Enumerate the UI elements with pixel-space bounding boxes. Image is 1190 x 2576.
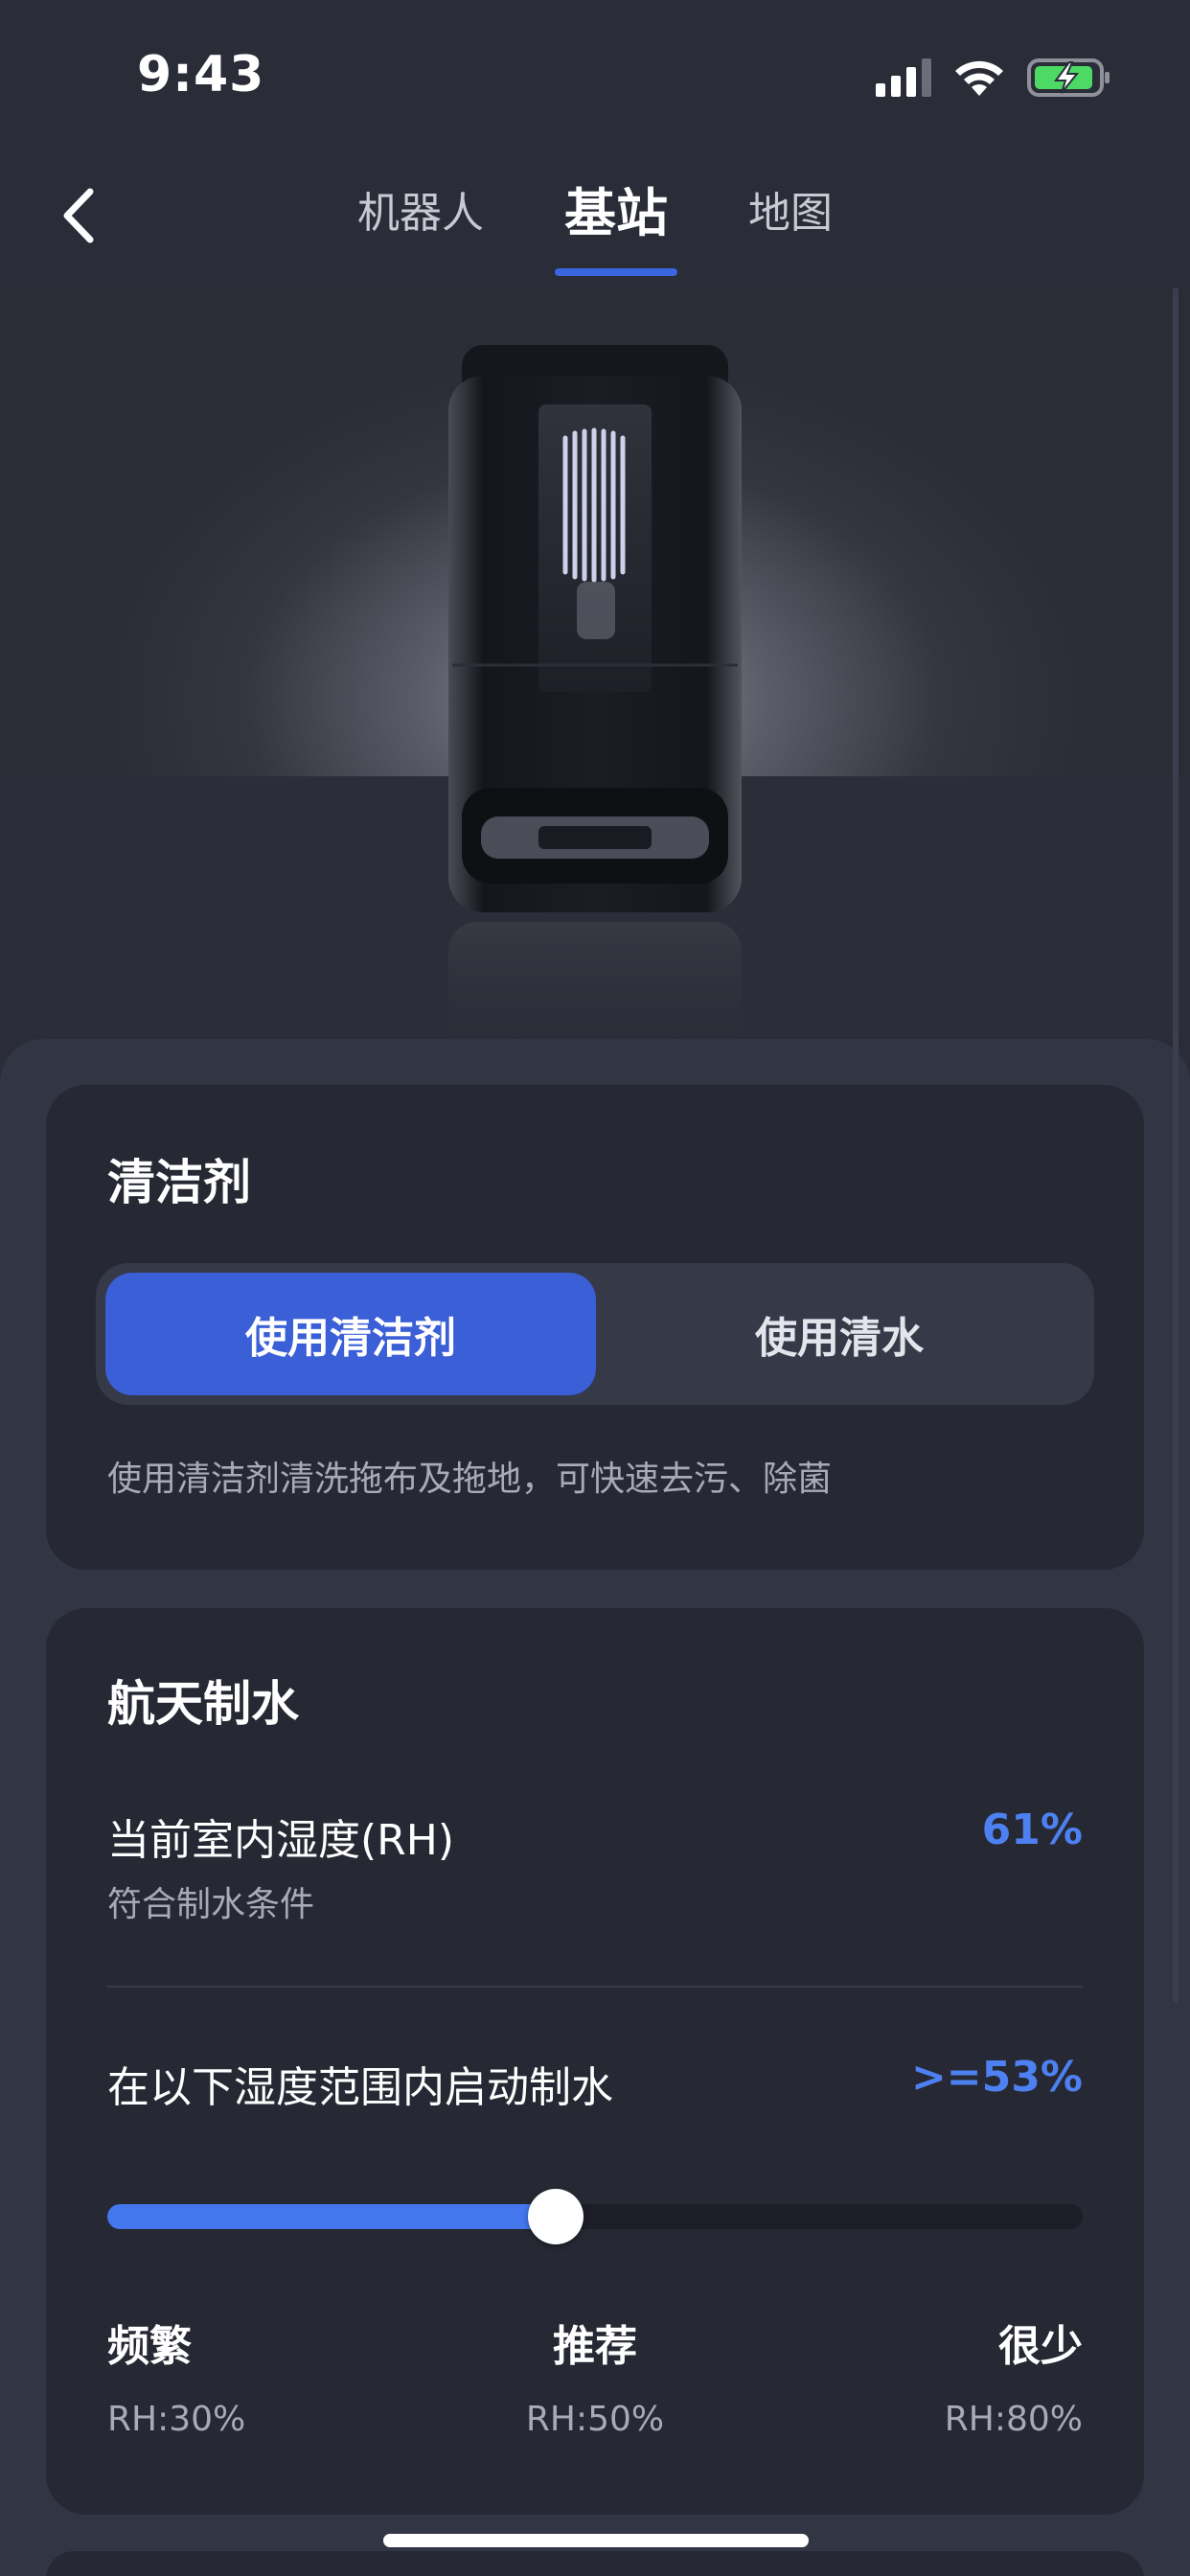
use-detergent-button[interactable]: 使用清洁剂: [105, 1273, 596, 1395]
tab-bar: 机器人 基站 地图: [0, 180, 1190, 276]
level-recommended: 推荐 RH:50%: [451, 2312, 739, 2439]
top-navigation: 机器人 基站 地图: [0, 163, 1190, 288]
active-tab-indicator: [555, 268, 677, 276]
level-recommended-rh: RH:50%: [525, 2400, 665, 2439]
base-station-hero: [0, 288, 1190, 1035]
tab-base-station[interactable]: 基站: [524, 180, 708, 276]
cleaner-title: 清洁剂: [107, 1155, 251, 1210]
cleaner-card: 清洁剂 使用清洁剂 使用清水 使用清洁剂清洗拖布及拖地，可快速去污、除菌: [46, 1085, 1144, 1570]
cellular-signal-icon: [876, 58, 931, 97]
home-indicator: [383, 2534, 809, 2547]
level-frequent: 频繁 RH:30%: [107, 2312, 395, 2439]
slider-thumb[interactable]: [528, 2189, 584, 2244]
threshold-value: >=53%: [910, 2053, 1083, 2102]
level-recommended-name: 推荐: [553, 2322, 637, 2371]
humidity-value: 61%: [981, 1806, 1083, 1854]
slider-fill: [107, 2204, 557, 2229]
cleaner-description: 使用清洁剂清洗拖布及拖地，可快速去污、除菌: [107, 1460, 833, 1499]
tab-base-station-label: 基站: [564, 183, 668, 243]
water-making-card: 航天制水 当前室内湿度(RH) 61% 符合制水条件 在以下湿度范围内启动制水 …: [46, 1608, 1144, 2515]
status-bar: 9:43: [0, 0, 1190, 153]
level-rare-rh: RH:80%: [944, 2400, 1083, 2439]
water-title: 航天制水: [107, 1676, 299, 1732]
base-station-image: [448, 345, 742, 1035]
tab-robot[interactable]: 机器人: [317, 180, 524, 247]
wifi-icon: [955, 60, 1003, 96]
scrollbar[interactable]: [1173, 288, 1179, 2003]
battery-charging-icon: [1027, 58, 1110, 97]
level-frequent-rh: RH:30%: [107, 2400, 246, 2439]
divider: [107, 1986, 1083, 1988]
next-card: [46, 2551, 1144, 2576]
tab-map[interactable]: 地图: [708, 180, 873, 247]
humidity-slider[interactable]: [107, 2189, 1083, 2244]
humidity-label: 当前室内湿度(RH): [107, 1816, 454, 1865]
level-rare-name: 很少: [998, 2322, 1083, 2371]
threshold-label: 在以下湿度范围内启动制水: [107, 2063, 613, 2112]
level-frequent-name: 频繁: [107, 2322, 192, 2371]
level-rare: 很少 RH:80%: [795, 2312, 1083, 2439]
humidity-status: 符合制水条件: [107, 1885, 315, 1924]
status-icons: [876, 58, 1111, 98]
status-time: 9:43: [137, 46, 265, 104]
use-water-button[interactable]: 使用清水: [594, 1273, 1085, 1395]
cleaner-mode-toggle: 使用清洁剂 使用清水: [96, 1263, 1094, 1405]
